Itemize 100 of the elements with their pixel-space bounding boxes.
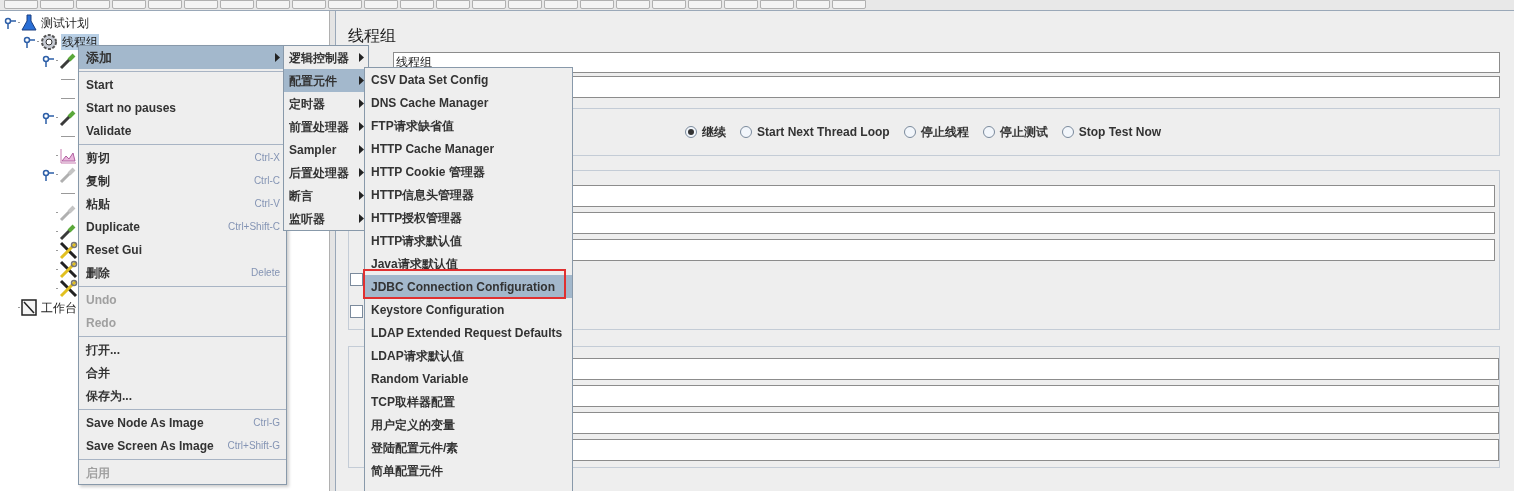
submenu-arrow-icon bbox=[359, 214, 364, 223]
menu-item[interactable]: 后置处理器 bbox=[284, 161, 368, 184]
menu-item[interactable]: 合并 bbox=[79, 361, 286, 384]
radio-button[interactable] bbox=[903, 126, 916, 138]
radio-option[interactable]: 停止线程 bbox=[903, 123, 969, 141]
radio-button[interactable] bbox=[982, 126, 995, 138]
menu-item[interactable]: 监听器 bbox=[284, 207, 368, 230]
toolbar-button[interactable] bbox=[148, 0, 182, 9]
menu-item[interactable]: Start no pauses bbox=[79, 96, 286, 119]
radio-option[interactable]: Stop Test Now bbox=[1061, 123, 1162, 141]
expand-handle-icon[interactable] bbox=[23, 35, 35, 48]
gear-icon bbox=[40, 32, 58, 51]
menu-item[interactable]: Keystore Configuration bbox=[365, 298, 572, 321]
toolbar-button[interactable] bbox=[724, 0, 758, 9]
toolbar-button[interactable] bbox=[364, 0, 398, 9]
menu-item[interactable]: Validate bbox=[79, 119, 286, 142]
tree-node[interactable]: 测试计划 bbox=[40, 14, 90, 31]
toolbar-button[interactable] bbox=[184, 0, 218, 9]
menu-item[interactable]: 粘贴 Ctrl-V bbox=[79, 192, 286, 215]
menu-item[interactable]: 删除 Delete bbox=[79, 261, 286, 284]
toolbar-button[interactable] bbox=[400, 0, 434, 9]
expand-handle-icon[interactable] bbox=[4, 16, 16, 29]
radio-option[interactable]: 停止测试 bbox=[982, 123, 1048, 141]
submenu-arrow-icon bbox=[275, 53, 280, 62]
menu-item[interactable]: 保存为... bbox=[79, 384, 286, 407]
expand-handle-icon[interactable] bbox=[42, 54, 54, 67]
toolbar-button[interactable] bbox=[472, 0, 506, 9]
toolbar-button[interactable] bbox=[328, 0, 362, 9]
menu-item[interactable]: Save Screen As Image Ctrl+Shift-G bbox=[79, 434, 286, 457]
menu-item[interactable]: Reset Gui bbox=[79, 238, 286, 261]
toolbar-button[interactable] bbox=[256, 0, 290, 9]
menu-item[interactable]: 前置处理器 bbox=[284, 115, 368, 138]
menu-item[interactable]: Sampler bbox=[284, 138, 368, 161]
toolbar-button[interactable] bbox=[76, 0, 110, 9]
toolbar-button[interactable] bbox=[832, 0, 866, 9]
pipette-icon bbox=[59, 165, 77, 184]
toolbar-button[interactable] bbox=[544, 0, 578, 9]
menu-item[interactable]: 打开... bbox=[79, 338, 286, 361]
menu-item[interactable]: LDAP Extended Request Defaults bbox=[365, 321, 572, 344]
text-field[interactable]: 线程组 bbox=[393, 52, 1500, 73]
pipette-icon bbox=[59, 222, 77, 241]
radio-button[interactable] bbox=[740, 126, 752, 138]
tools-icon bbox=[59, 279, 78, 298]
tools-icon bbox=[59, 260, 78, 279]
menu-item[interactable]: Save Node As Image Ctrl-G bbox=[79, 411, 286, 434]
menu-item[interactable]: 定时器 bbox=[284, 92, 368, 115]
pipette-icon bbox=[59, 203, 77, 222]
pipette-icon bbox=[59, 51, 77, 70]
checkbox[interactable] bbox=[350, 273, 363, 286]
menu-item[interactable]: HTTP授权管理器 bbox=[365, 206, 572, 229]
menu-item[interactable]: DNS Cache Manager bbox=[365, 91, 572, 114]
toolbar-button[interactable] bbox=[220, 0, 254, 9]
submenu-arrow-icon bbox=[359, 168, 364, 177]
menu-item[interactable]: Start bbox=[79, 73, 286, 96]
toolbar-button[interactable] bbox=[292, 0, 326, 9]
toolbar-button[interactable] bbox=[796, 0, 830, 9]
menu-item[interactable]: Duplicate Ctrl+Shift-C bbox=[79, 215, 286, 238]
submenu-arrow-icon bbox=[359, 191, 364, 200]
toolbar-button[interactable] bbox=[436, 0, 470, 9]
toolbar-button[interactable] bbox=[40, 0, 74, 9]
submenu-arrow-icon bbox=[359, 99, 364, 108]
expand-handle-icon[interactable] bbox=[42, 168, 54, 181]
radio-button[interactable] bbox=[1061, 126, 1074, 138]
menu-item[interactable]: FTP请求缺省值 bbox=[365, 114, 572, 137]
menu-item[interactable]: 逻辑控制器 bbox=[284, 46, 368, 69]
submenu-arrow-icon bbox=[359, 76, 364, 85]
menu-item[interactable]: HTTP信息头管理器 bbox=[365, 183, 572, 206]
menu-item[interactable]: 简单配置元件 bbox=[365, 459, 572, 482]
menu-item[interactable]: HTTP Cache Manager bbox=[365, 137, 572, 160]
menu-item[interactable]: HTTP请求默认值 bbox=[365, 229, 572, 252]
menu-item[interactable]: 复制 Ctrl-C bbox=[79, 169, 286, 192]
menu-item[interactable]: 断言 bbox=[284, 184, 368, 207]
toolbar-button[interactable] bbox=[580, 0, 614, 9]
checkbox[interactable] bbox=[350, 305, 363, 318]
submenu-arrow-icon bbox=[359, 145, 364, 154]
menu-item[interactable]: 剪切 Ctrl-X bbox=[79, 146, 286, 169]
menu-item[interactable]: 用户定义的变量 bbox=[365, 413, 572, 436]
expand-handle-icon[interactable] bbox=[42, 111, 54, 124]
menu-item[interactable]: TCP取样器配置 bbox=[365, 390, 572, 413]
toolbar-button[interactable] bbox=[616, 0, 650, 9]
toolbar-button[interactable] bbox=[112, 0, 146, 9]
menu-item[interactable]: HTTP Cookie 管理器 bbox=[365, 160, 572, 183]
toolbar-button[interactable] bbox=[4, 0, 38, 9]
menu-item[interactable]: 登陆配置元件/素 bbox=[365, 436, 572, 459]
toolbar-button[interactable] bbox=[688, 0, 722, 9]
tools-icon bbox=[59, 241, 78, 260]
toolbar-button[interactable] bbox=[652, 0, 686, 9]
radio-option[interactable]: Start Next Thread Loop bbox=[740, 123, 890, 141]
radio-button[interactable] bbox=[685, 126, 697, 138]
notebook-icon bbox=[21, 299, 37, 316]
tree-node[interactable]: 工作台 bbox=[40, 299, 78, 316]
radio-option[interactable]: 继续 bbox=[685, 123, 726, 141]
menu-item[interactable]: Random Variable bbox=[365, 367, 572, 390]
menu-item[interactable]: JDBC Connection Configuration bbox=[365, 275, 572, 298]
flask-icon bbox=[21, 14, 37, 31]
menu-item[interactable]: LDAP请求默认值 bbox=[365, 344, 572, 367]
toolbar-button[interactable] bbox=[508, 0, 542, 9]
toolbar-button[interactable] bbox=[760, 0, 794, 9]
panel-title: 线程组 bbox=[348, 26, 397, 46]
menu-item[interactable]: 添加 bbox=[79, 46, 286, 69]
